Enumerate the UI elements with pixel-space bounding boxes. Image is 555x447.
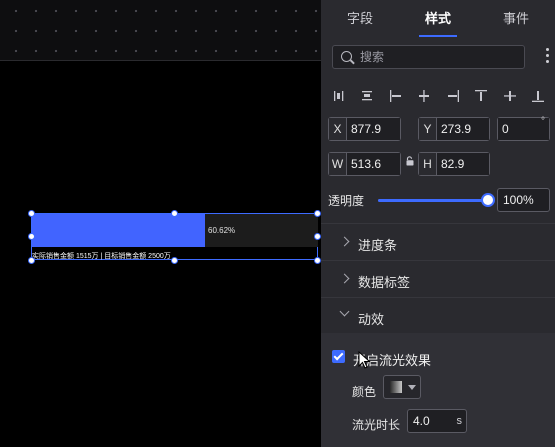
aspect-lock-icon[interactable]	[405, 156, 415, 166]
rotation-unit: °	[541, 116, 545, 127]
opacity-slider-track[interactable]	[378, 199, 488, 202]
width-field[interactable]: W 513.6	[328, 152, 401, 176]
progress-widget[interactable]: 60.62% 实际销售金额 1515万 | 目标销售金额 2500万	[31, 213, 318, 260]
duration-unit: s	[456, 415, 463, 427]
section-progress-bar[interactable]: 进度条	[321, 223, 555, 260]
section-data-label[interactable]: 数据标签	[321, 260, 555, 297]
chevron-right-icon	[339, 236, 350, 247]
alignment-toolbar	[331, 88, 546, 104]
progress-caption: 实际销售金额 1515万 | 目标销售金额 2500万	[32, 253, 171, 260]
section-animation-label: 动效	[358, 312, 385, 327]
tab-style[interactable]: 样式	[399, 0, 477, 38]
rotation-field[interactable]: 0 °	[497, 116, 550, 141]
w-label: W	[329, 153, 347, 175]
align-top-icon[interactable]	[473, 88, 489, 104]
y-value[interactable]: 273.9	[437, 118, 489, 140]
distribute-horizontal-icon[interactable]	[331, 88, 347, 104]
duration-label: 流光时长	[352, 418, 401, 432]
resize-handle-top[interactable]	[171, 210, 178, 217]
h-value[interactable]: 82.9	[437, 153, 489, 175]
duration-input[interactable]: 4.0 s	[407, 409, 467, 433]
opacity-input[interactable]: 100%	[497, 188, 550, 212]
color-picker[interactable]	[383, 375, 421, 399]
distribute-vertical-icon[interactable]	[359, 88, 375, 104]
search-box[interactable]	[332, 45, 525, 69]
section-animation[interactable]: 动效	[321, 297, 555, 334]
color-label: 颜色	[352, 385, 377, 399]
progress-fill	[32, 214, 206, 247]
mouse-cursor-icon	[358, 351, 371, 369]
more-options-icon[interactable]	[546, 48, 550, 66]
progress-percent-label: 60.62%	[208, 226, 236, 235]
resize-handle-right[interactable]	[314, 233, 321, 240]
opacity-slider-fill	[378, 199, 488, 202]
align-bottom-icon[interactable]	[530, 88, 546, 104]
color-swatch	[390, 381, 402, 393]
opacity-slider-thumb[interactable]	[481, 193, 495, 207]
tab-fields[interactable]: 字段	[321, 0, 399, 38]
duration-value[interactable]: 4.0	[413, 414, 430, 428]
caret-down-icon	[408, 385, 416, 390]
search-input[interactable]	[360, 46, 520, 68]
panel-tabs: 字段 样式 事件	[321, 0, 555, 38]
section-data-label-label: 数据标签	[358, 275, 411, 290]
y-label: Y	[419, 118, 437, 140]
x-label: X	[329, 118, 347, 140]
align-left-icon[interactable]	[388, 88, 404, 104]
section-progress-bar-label: 进度条	[358, 238, 398, 253]
chevron-right-icon	[339, 273, 350, 284]
align-right-icon[interactable]	[445, 88, 461, 104]
style-panel: 字段 样式 事件 X	[321, 0, 555, 447]
y-field[interactable]: Y 273.9	[418, 117, 490, 141]
resize-handle-bottom-right[interactable]	[314, 257, 321, 264]
align-horizontal-center-icon[interactable]	[416, 88, 432, 104]
animation-settings: 开启流光效果 颜色 流光时长 4.0 s	[321, 333, 555, 447]
h-label: H	[419, 153, 437, 175]
tab-events[interactable]: 事件	[477, 0, 555, 38]
height-field[interactable]: H 82.9	[418, 152, 490, 176]
flow-light-checkbox[interactable]	[332, 350, 345, 363]
align-vertical-center-icon[interactable]	[502, 88, 518, 104]
resize-handle-left[interactable]	[28, 233, 35, 240]
resize-handle-top-right[interactable]	[314, 210, 321, 217]
canvas-dot-grid	[0, 0, 321, 61]
chevron-down-icon	[339, 306, 350, 317]
opacity-label: 透明度	[328, 194, 365, 208]
w-value[interactable]: 513.6	[347, 153, 400, 175]
x-value[interactable]: 877.9	[347, 118, 400, 140]
resize-handle-top-left[interactable]	[28, 210, 35, 217]
search-icon	[341, 51, 352, 62]
canvas[interactable]: 60.62% 实际销售金额 1515万 | 目标销售金额 2500万	[0, 0, 321, 447]
progress-track	[32, 214, 318, 247]
x-field[interactable]: X 877.9	[328, 117, 401, 141]
resize-handle-bottom-left[interactable]	[28, 257, 35, 264]
resize-handle-bottom[interactable]	[171, 257, 178, 264]
